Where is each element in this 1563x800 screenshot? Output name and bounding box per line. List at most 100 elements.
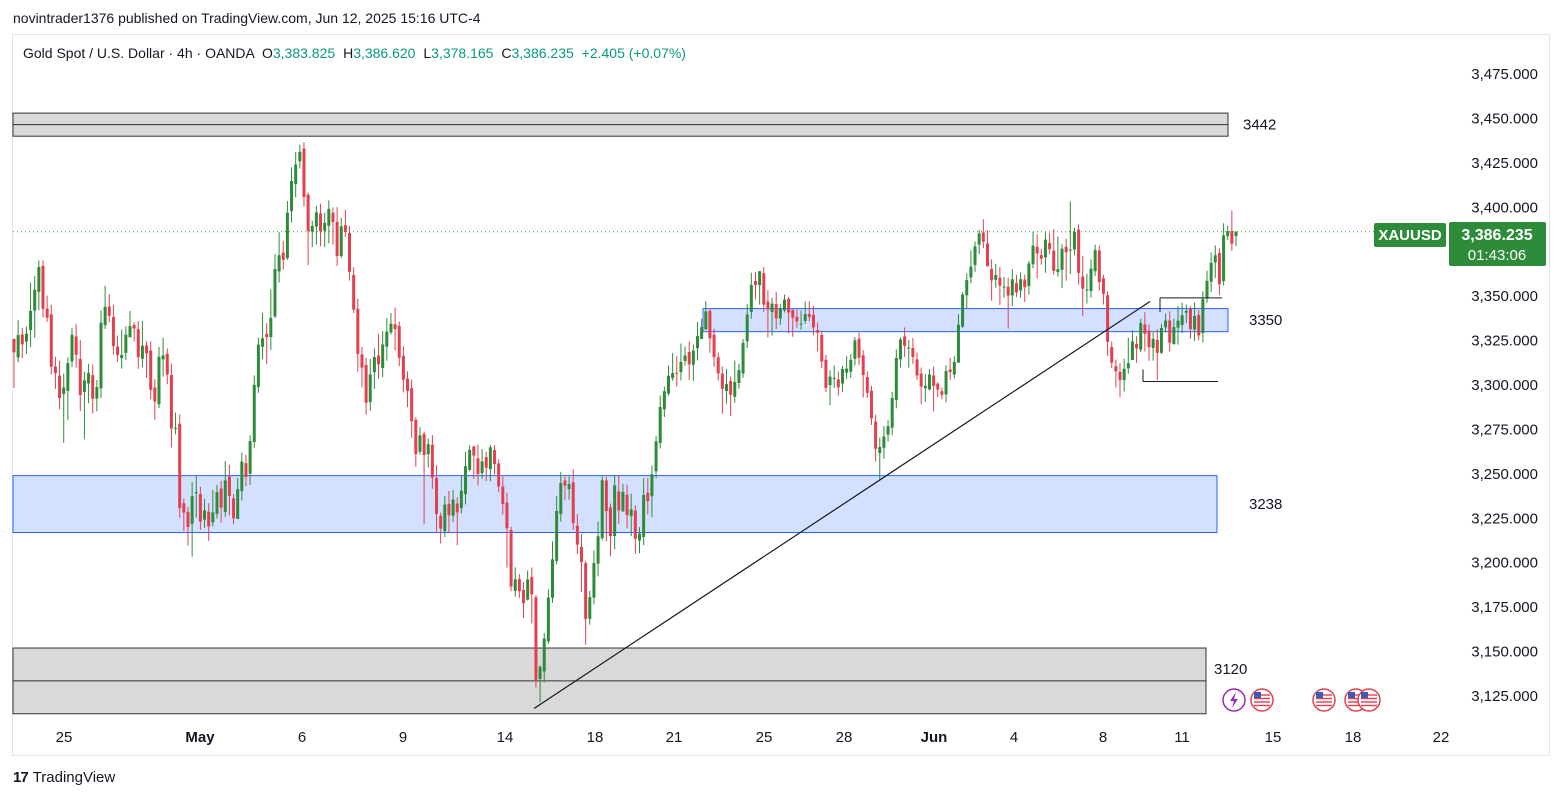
candle[interactable] [1147,330,1151,348]
candle[interactable] [352,274,356,310]
candle[interactable] [244,463,248,478]
candle[interactable] [1060,248,1064,270]
candle[interactable] [907,347,911,349]
candle[interactable] [741,342,745,374]
candle[interactable] [319,213,323,232]
candle[interactable] [111,317,115,347]
candle[interactable] [1093,249,1097,272]
candle[interactable] [538,666,542,679]
candle[interactable] [1188,308,1192,330]
candle[interactable] [1081,276,1085,289]
candle[interactable] [956,324,960,363]
candle[interactable] [637,533,641,541]
candle[interactable] [782,299,786,311]
candle[interactable] [1122,368,1126,381]
candle[interactable] [1143,324,1147,334]
candle[interactable] [973,246,977,266]
candle[interactable] [145,345,149,354]
candle[interactable] [1110,346,1114,363]
candle[interactable] [174,427,178,429]
candle[interactable] [845,368,849,373]
candle[interactable] [385,331,389,347]
candle[interactable] [1130,341,1134,360]
candle[interactable] [1155,339,1159,353]
candle[interactable] [1184,310,1188,313]
candle[interactable] [952,361,956,375]
candle[interactable] [447,503,451,516]
candle[interactable] [82,380,86,392]
candle[interactable] [1027,263,1031,287]
candle[interactable] [720,373,724,389]
candle[interactable] [998,277,1002,286]
candle[interactable] [157,356,161,405]
candle[interactable] [517,579,521,592]
candle[interactable] [555,510,559,561]
candle[interactable] [613,485,617,537]
candle[interactable] [1118,372,1122,381]
candle[interactable] [927,374,931,390]
candle[interactable] [70,334,74,362]
price-chart[interactable]: 3442 3350 3238 3120 3,475.000 3,450.000 3,425.… [0,0,1563,800]
candle[interactable] [1213,255,1217,263]
candle[interactable] [621,491,625,512]
candle[interactable] [372,357,376,373]
candle[interactable] [493,450,497,465]
candle[interactable] [335,221,339,256]
candle[interactable] [803,314,807,322]
candle[interactable] [861,355,865,376]
candle[interactable] [401,355,405,380]
candle[interactable] [513,579,517,591]
candle[interactable] [435,478,439,515]
candle[interactable] [770,303,774,312]
candle[interactable] [981,232,985,242]
candle[interactable] [468,450,472,470]
candle[interactable] [49,314,53,367]
candle[interactable] [1101,278,1105,294]
candle[interactable] [662,391,666,410]
candle[interactable] [306,194,310,232]
candle[interactable] [1043,239,1047,258]
candle[interactable] [671,373,675,379]
candle[interactable] [1176,320,1180,328]
candle[interactable] [426,444,430,455]
candle[interactable] [178,423,182,508]
candle[interactable] [356,308,360,354]
candle[interactable] [650,474,654,497]
candle[interactable] [729,381,733,395]
candle[interactable] [248,441,252,474]
candle[interactable] [969,266,973,278]
candle[interactable] [1114,366,1118,372]
candle[interactable] [1226,231,1230,237]
candle[interactable] [633,510,637,539]
candle[interactable] [600,480,604,539]
candle[interactable] [464,466,468,495]
candle[interactable] [1230,231,1234,244]
candle[interactable] [828,376,832,385]
candle[interactable] [758,271,762,286]
candle[interactable] [1002,286,1006,288]
candle[interactable] [215,491,219,514]
candle[interactable] [45,308,49,318]
candle[interactable] [410,388,414,422]
symbol-description[interactable]: Gold Spot / U.S. Dollar · 4h · OANDA [23,45,254,61]
candle[interactable] [824,359,828,388]
candle[interactable] [103,306,107,326]
candle[interactable] [497,463,501,487]
candle[interactable] [211,512,215,523]
candle[interactable] [733,381,737,397]
candle[interactable] [691,350,695,365]
candle[interactable] [327,208,331,226]
candle[interactable] [666,375,670,394]
candle[interactable] [1197,314,1201,336]
candle[interactable] [190,496,194,524]
candle[interactable] [323,222,327,231]
candle[interactable] [422,434,426,456]
candle[interactable] [745,314,749,342]
candle[interactable] [236,489,240,519]
candle[interactable] [708,310,712,339]
candle[interactable] [364,364,368,403]
candle[interactable] [53,366,57,374]
candle[interactable] [642,495,646,537]
candle[interactable] [646,492,650,502]
candle[interactable] [1106,295,1110,342]
